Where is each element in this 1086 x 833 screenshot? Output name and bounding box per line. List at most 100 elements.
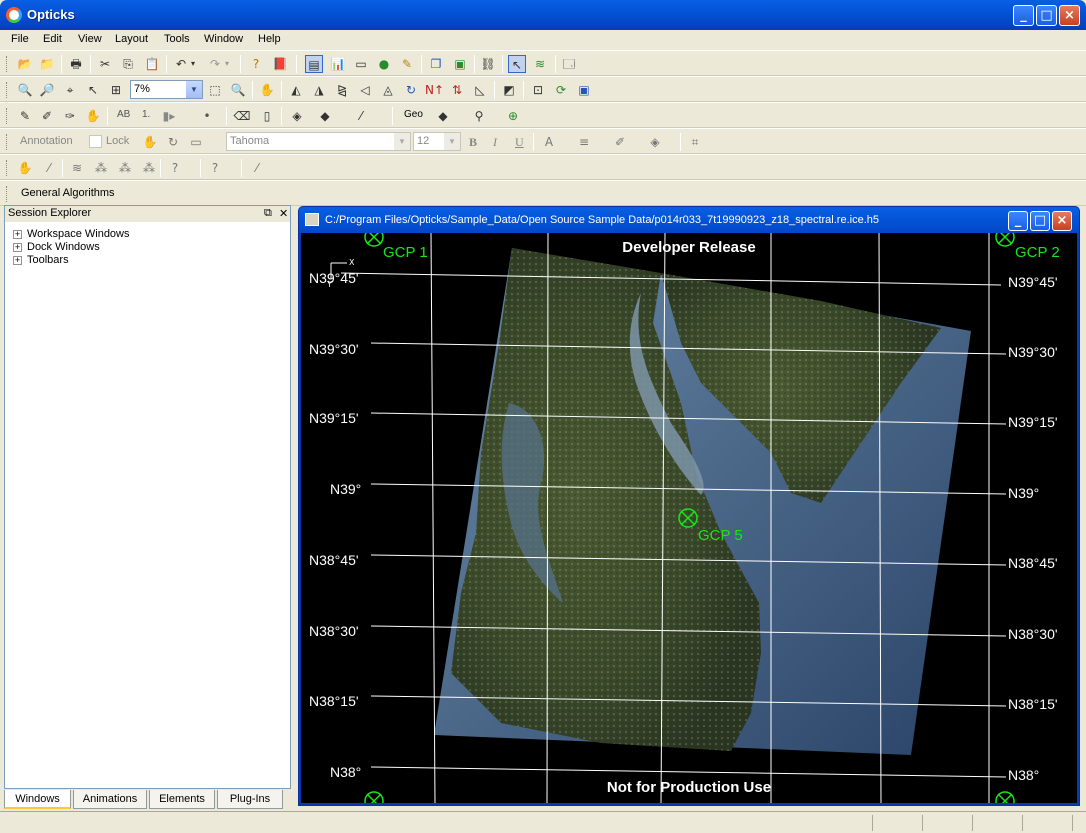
properties-icon[interactable]: 🗔: [560, 55, 578, 73]
close-icon[interactable]: ✕: [279, 207, 288, 220]
crop-icon[interactable]: ⌗: [686, 133, 704, 151]
tab-elements[interactable]: Elements: [149, 790, 215, 809]
chevron-down-icon[interactable]: ▼: [186, 81, 202, 98]
north-arrow-icon[interactable]: N↑: [425, 81, 444, 99]
window-icon[interactable]: ❐: [427, 55, 445, 73]
display-icon[interactable]: ▣: [575, 81, 593, 99]
chip-icon[interactable]: ⊡: [529, 81, 547, 99]
zoom-rect-icon[interactable]: ⊞: [107, 81, 125, 99]
paste-icon[interactable]: 📋: [143, 55, 161, 73]
marker-icon[interactable]: ▮▸: [160, 107, 178, 125]
rotate-right-icon[interactable]: ◮: [310, 81, 328, 99]
help-icon[interactable]: ?: [247, 55, 265, 73]
general-algorithms-menu[interactable]: General Algorithms: [21, 187, 115, 199]
zoom-in-icon[interactable]: 🔍: [16, 81, 34, 99]
geo-shape-icon[interactable]: ◆: [434, 107, 452, 125]
menu-help[interactable]: Help: [258, 33, 281, 45]
shapes-icon[interactable]: ◆: [316, 107, 334, 125]
label-geo[interactable]: Geo: [404, 109, 423, 120]
move-hand-icon[interactable]: ✋: [84, 107, 102, 125]
pencil-icon[interactable]: ✎: [16, 107, 34, 125]
label-ab[interactable]: AB: [117, 109, 130, 120]
zoom-fit-icon[interactable]: ⬚: [206, 81, 224, 99]
line-color-icon[interactable]: ✐: [611, 133, 629, 151]
image-canvas[interactable]: X Y N39°45' N39°30' N39°15' N39° N38°45'…: [301, 233, 1077, 803]
tiepoint-icon[interactable]: ≋: [68, 159, 86, 177]
font-combo[interactable]: Tahoma ▼: [226, 132, 411, 151]
hand-icon[interactable]: ✋: [141, 133, 159, 151]
pan-hand-icon[interactable]: ✋: [258, 81, 276, 99]
flip-vertical-icon[interactable]: ◁: [356, 81, 374, 99]
select-pointer-icon[interactable]: ↖: [508, 55, 526, 73]
zoom-combo[interactable]: 7% ▼: [130, 80, 203, 99]
tile-icon[interactable]: ▣: [451, 55, 469, 73]
tree-item-workspace-windows[interactable]: + Workspace Windows: [13, 228, 130, 240]
flip-horizontal-icon[interactable]: ⧎: [333, 81, 351, 99]
zoom-point-icon[interactable]: ⌖: [61, 81, 79, 99]
view-minimize-button[interactable]: _: [1008, 211, 1028, 231]
menu-file[interactable]: File: [11, 33, 29, 45]
clear-icon[interactable]: ▯: [258, 107, 276, 125]
help-query-icon-2[interactable]: ?: [206, 159, 224, 177]
menu-tools[interactable]: Tools: [164, 33, 190, 45]
rectangle-icon[interactable]: ▭: [187, 133, 205, 151]
brush-icon[interactable]: ✐: [38, 107, 56, 125]
menu-layout[interactable]: Layout: [115, 33, 148, 45]
line-width-icon[interactable]: ≡: [575, 133, 593, 151]
script-icon[interactable]: ✎: [398, 55, 416, 73]
underline-button[interactable]: U: [515, 135, 524, 150]
undo-dropdown-icon[interactable]: ▾: [188, 55, 198, 73]
expand-icon[interactable]: +: [13, 230, 22, 239]
label-number[interactable]: 1.: [142, 109, 150, 120]
expand-icon[interactable]: +: [13, 243, 22, 252]
open-icon[interactable]: 📂: [16, 55, 34, 73]
tab-plug-ins[interactable]: Plug-Ins: [217, 790, 283, 809]
pin-icon[interactable]: ⚲: [470, 107, 488, 125]
minimize-button[interactable]: _: [1013, 5, 1034, 26]
north-up-icon[interactable]: ⇅: [448, 81, 466, 99]
gcp-edit-icon[interactable]: ⁄: [40, 159, 58, 177]
menu-view[interactable]: View: [78, 33, 102, 45]
print-icon[interactable]: 🖶: [67, 55, 85, 73]
help-query-icon[interactable]: ?: [166, 159, 184, 177]
rotate-icon[interactable]: ↻: [164, 133, 182, 151]
point-icon[interactable]: •: [198, 107, 216, 125]
tab-animations[interactable]: Animations: [73, 790, 147, 809]
tree-item-dock-windows[interactable]: + Dock Windows: [13, 241, 100, 253]
measure-icon[interactable]: ◺: [471, 81, 489, 99]
undock-icon[interactable]: ⧉: [264, 207, 272, 220]
redo-dropdown-icon[interactable]: ▾: [222, 55, 232, 73]
overview-icon[interactable]: ▭: [352, 55, 370, 73]
zoom-to-icon[interactable]: 🔍: [229, 81, 247, 99]
lock-checkbox[interactable]: [89, 135, 102, 148]
cut-icon[interactable]: ✂: [96, 55, 114, 73]
italic-button[interactable]: I: [493, 135, 497, 150]
fill-icon[interactable]: ✑: [61, 107, 79, 125]
reset-rotation-icon[interactable]: ↻: [402, 81, 420, 99]
tiepoint-edit-icon[interactable]: ⁂: [116, 159, 134, 177]
tree-item-toolbars[interactable]: + Toolbars: [13, 254, 69, 266]
toolbar-grip[interactable]: [6, 186, 9, 202]
link-icon[interactable]: ⛓: [479, 55, 497, 73]
rotate-by-icon[interactable]: ◬: [379, 81, 397, 99]
font-size-combo[interactable]: 12 ▼: [413, 132, 461, 151]
menu-edit[interactable]: Edit: [43, 33, 62, 45]
view-maximize-button[interactable]: □: [1030, 211, 1050, 231]
gcp-hand-icon[interactable]: ✋: [16, 159, 34, 177]
toolbar-grip[interactable]: [6, 82, 9, 98]
tiepoint-remove-icon[interactable]: ⁂: [140, 159, 158, 177]
zoom-out-icon[interactable]: 🔎: [38, 81, 56, 99]
colormap-icon[interactable]: ◩: [500, 81, 518, 99]
toolbar-grip[interactable]: [6, 56, 9, 72]
tab-windows[interactable]: Windows: [4, 790, 71, 809]
refresh-icon[interactable]: ⟳: [552, 81, 570, 99]
fill-color-icon[interactable]: ◈: [646, 133, 664, 151]
histogram-icon[interactable]: 📊: [329, 55, 347, 73]
rotate-left-icon[interactable]: ◭: [287, 81, 305, 99]
text-color-icon[interactable]: A: [540, 133, 558, 151]
image-view[interactable]: X Y N39°45' N39°30' N39°15' N39° N38°45'…: [301, 233, 1077, 803]
open-folder-icon[interactable]: 📁: [38, 55, 56, 73]
maximize-button[interactable]: □: [1036, 5, 1057, 26]
chevron-down-icon[interactable]: ▼: [394, 133, 410, 150]
session-explorer-icon[interactable]: ▤: [305, 55, 323, 73]
